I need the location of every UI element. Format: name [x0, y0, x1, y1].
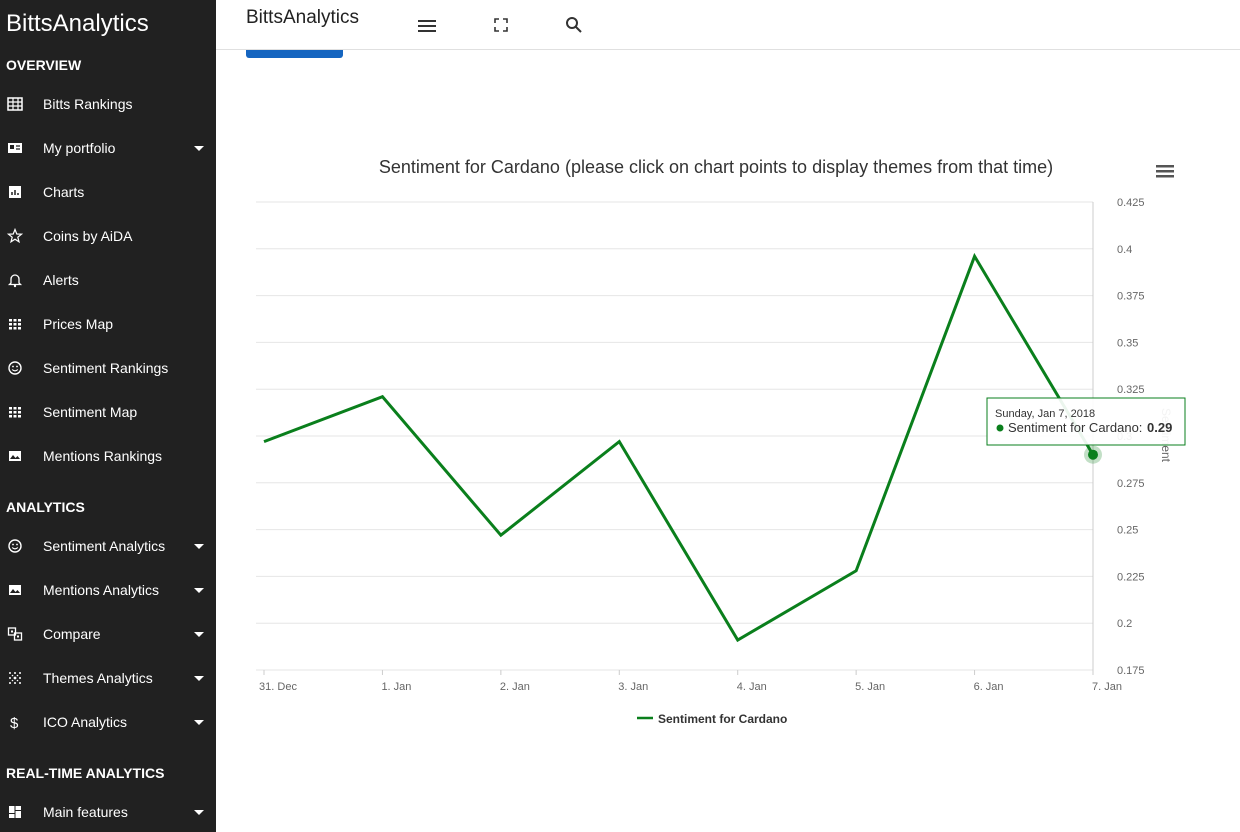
x-tick-label: 3. Jan — [618, 681, 648, 693]
sidebar-item-label: Themes Analytics — [43, 670, 153, 686]
sidebar-item-label: Sentiment Analytics — [43, 538, 166, 554]
action-button[interactable] — [246, 50, 343, 58]
sidebar-item[interactable]: Coins by AiDA — [0, 216, 216, 256]
legend-label[interactable]: Sentiment for Cardano — [658, 712, 787, 726]
section-realtime: REAL-TIME ANALYTICS — [6, 765, 165, 781]
compare-icon — [7, 626, 23, 642]
section-analytics: ANALYTICS — [6, 499, 85, 515]
sidebar-item[interactable]: $ ICO Analytics — [0, 702, 216, 742]
section-overview: OVERVIEW — [6, 57, 82, 73]
brand-title[interactable]: BittsAnalytics — [6, 10, 149, 38]
grid-dots-icon — [7, 316, 23, 332]
sidebar-item-label: My portfolio — [43, 140, 116, 156]
data-point[interactable] — [1088, 449, 1098, 460]
sidebar-item[interactable]: Themes Analytics — [0, 658, 216, 698]
tooltip: Sunday, Jan 7, 2018 Sentiment for Cardan… — [986, 397, 1186, 446]
sidebar-item[interactable]: Sentiment Map — [0, 392, 216, 432]
sidebar-item[interactable]: Main features — [0, 792, 216, 832]
series-line-cardano — [263, 252, 1095, 643]
sidebar-item[interactable]: Alerts — [0, 260, 216, 300]
chevron-down-icon[interactable] — [194, 632, 204, 637]
sidebar-item[interactable]: Mentions Rankings — [0, 436, 216, 476]
x-axis-ticks: 31. Dec 1. Jan 2. Jan 3. Jan 4. Jan 5. Jan 6. … — [259, 670, 1122, 693]
dollar-icon: $ — [7, 714, 23, 732]
tooltip-series-label: Sentiment for Cardano: — [1008, 420, 1142, 435]
image-icon — [7, 448, 23, 464]
chevron-down-icon[interactable] — [194, 810, 204, 815]
sidebar-item-label: ICO Analytics — [43, 714, 128, 730]
sidebar-item-label: Charts — [43, 184, 85, 200]
x-tick-label: 5. Jan — [855, 681, 885, 693]
dots-grid-icon — [7, 670, 23, 686]
x-tick-label: 2. Jan — [500, 681, 530, 693]
sentiment-chart[interactable]: Sentiment for Cardano (please click on c… — [216, 140, 1240, 740]
chevron-down-icon[interactable] — [194, 676, 204, 681]
top-title: BittsAnalytics — [246, 7, 359, 28]
sidebar-item-label: Coins by AiDA — [43, 228, 133, 244]
sidebar: BittsAnalytics OVERVIEW Bitts Rankings My… — [0, 0, 216, 832]
y-tick-label: 0.2 — [1117, 618, 1132, 630]
image-icon — [7, 582, 23, 598]
sidebar-item[interactable]: Prices Map — [0, 304, 216, 344]
top-bar: BittsAnalytics — [216, 0, 1240, 50]
sidebar-item-label: Sentiment Map — [43, 404, 138, 420]
y-tick-label: 0.425 — [1117, 197, 1145, 209]
y-tick-label: 0.275 — [1117, 478, 1145, 490]
chevron-down-icon[interactable] — [194, 544, 204, 549]
svg-text:$: $ — [10, 715, 19, 730]
y-tick-label: 0.375 — [1117, 291, 1145, 303]
sidebar-item-label: Main features — [43, 804, 128, 820]
sidebar-item-label: Prices Map — [43, 316, 114, 332]
fullscreen-icon[interactable] — [491, 15, 511, 35]
sidebar-item-label: Alerts — [43, 272, 79, 288]
chevron-down-icon[interactable] — [194, 720, 204, 725]
y-tick-label: 0.325 — [1117, 384, 1145, 396]
id-card-icon — [7, 140, 23, 156]
table-icon — [7, 96, 23, 112]
tooltip-date: Sunday, Jan 7, 2018 — [995, 408, 1095, 420]
x-tick-label: 4. Jan — [737, 681, 767, 693]
x-tick-label: 31. Dec — [259, 681, 297, 693]
sidebar-item[interactable]: Charts — [0, 172, 216, 212]
y-tick-label: 0.25 — [1117, 525, 1138, 537]
bar-chart-icon — [7, 184, 23, 200]
sidebar-item[interactable]: Bitts Rankings — [0, 84, 216, 124]
dashboard-icon — [7, 804, 23, 820]
grid-dots-icon — [7, 404, 23, 420]
smiley-icon — [7, 538, 23, 554]
tooltip-series-dot — [996, 424, 1004, 432]
sidebar-item[interactable]: My portfolio — [0, 128, 216, 168]
sidebar-item-label: Bitts Rankings — [43, 96, 133, 112]
star-icon — [6, 227, 24, 244]
x-tick-label: 7. Jan — [1092, 681, 1122, 693]
x-tick-label: 1. Jan — [381, 681, 411, 693]
chart-menu-icon[interactable] — [1156, 165, 1174, 178]
series-points — [1084, 445, 1102, 464]
search-icon[interactable] — [564, 15, 584, 35]
sidebar-item-label: Sentiment Rankings — [43, 360, 169, 376]
sidebar-item[interactable]: Mentions Analytics — [0, 570, 216, 610]
chart-legend[interactable]: Sentiment for Cardano — [637, 712, 787, 726]
sidebar-item[interactable]: Sentiment Analytics — [0, 526, 216, 566]
sidebar-item[interactable]: Compare — [0, 614, 216, 654]
chevron-down-icon[interactable] — [194, 588, 204, 593]
y-tick-label: 0.35 — [1117, 337, 1138, 349]
chart-title: Sentiment for Cardano (please click on c… — [379, 157, 1053, 177]
bell-icon — [7, 272, 23, 288]
sidebar-item-label: Mentions Analytics — [43, 582, 159, 598]
y-tick-label: 0.4 — [1117, 244, 1132, 256]
y-tick-label: 0.225 — [1117, 571, 1145, 583]
tooltip-value: 0.29 — [1147, 420, 1172, 435]
x-tick-label: 6. Jan — [974, 681, 1004, 693]
chevron-down-icon[interactable] — [194, 146, 204, 151]
y-tick-label: 0.175 — [1117, 665, 1145, 677]
menu-icon[interactable] — [417, 15, 437, 35]
sidebar-item-label: Compare — [43, 626, 101, 642]
sidebar-item[interactable]: Sentiment Rankings — [0, 348, 216, 388]
sidebar-item-label: Mentions Rankings — [43, 448, 163, 464]
smiley-icon — [7, 360, 23, 376]
